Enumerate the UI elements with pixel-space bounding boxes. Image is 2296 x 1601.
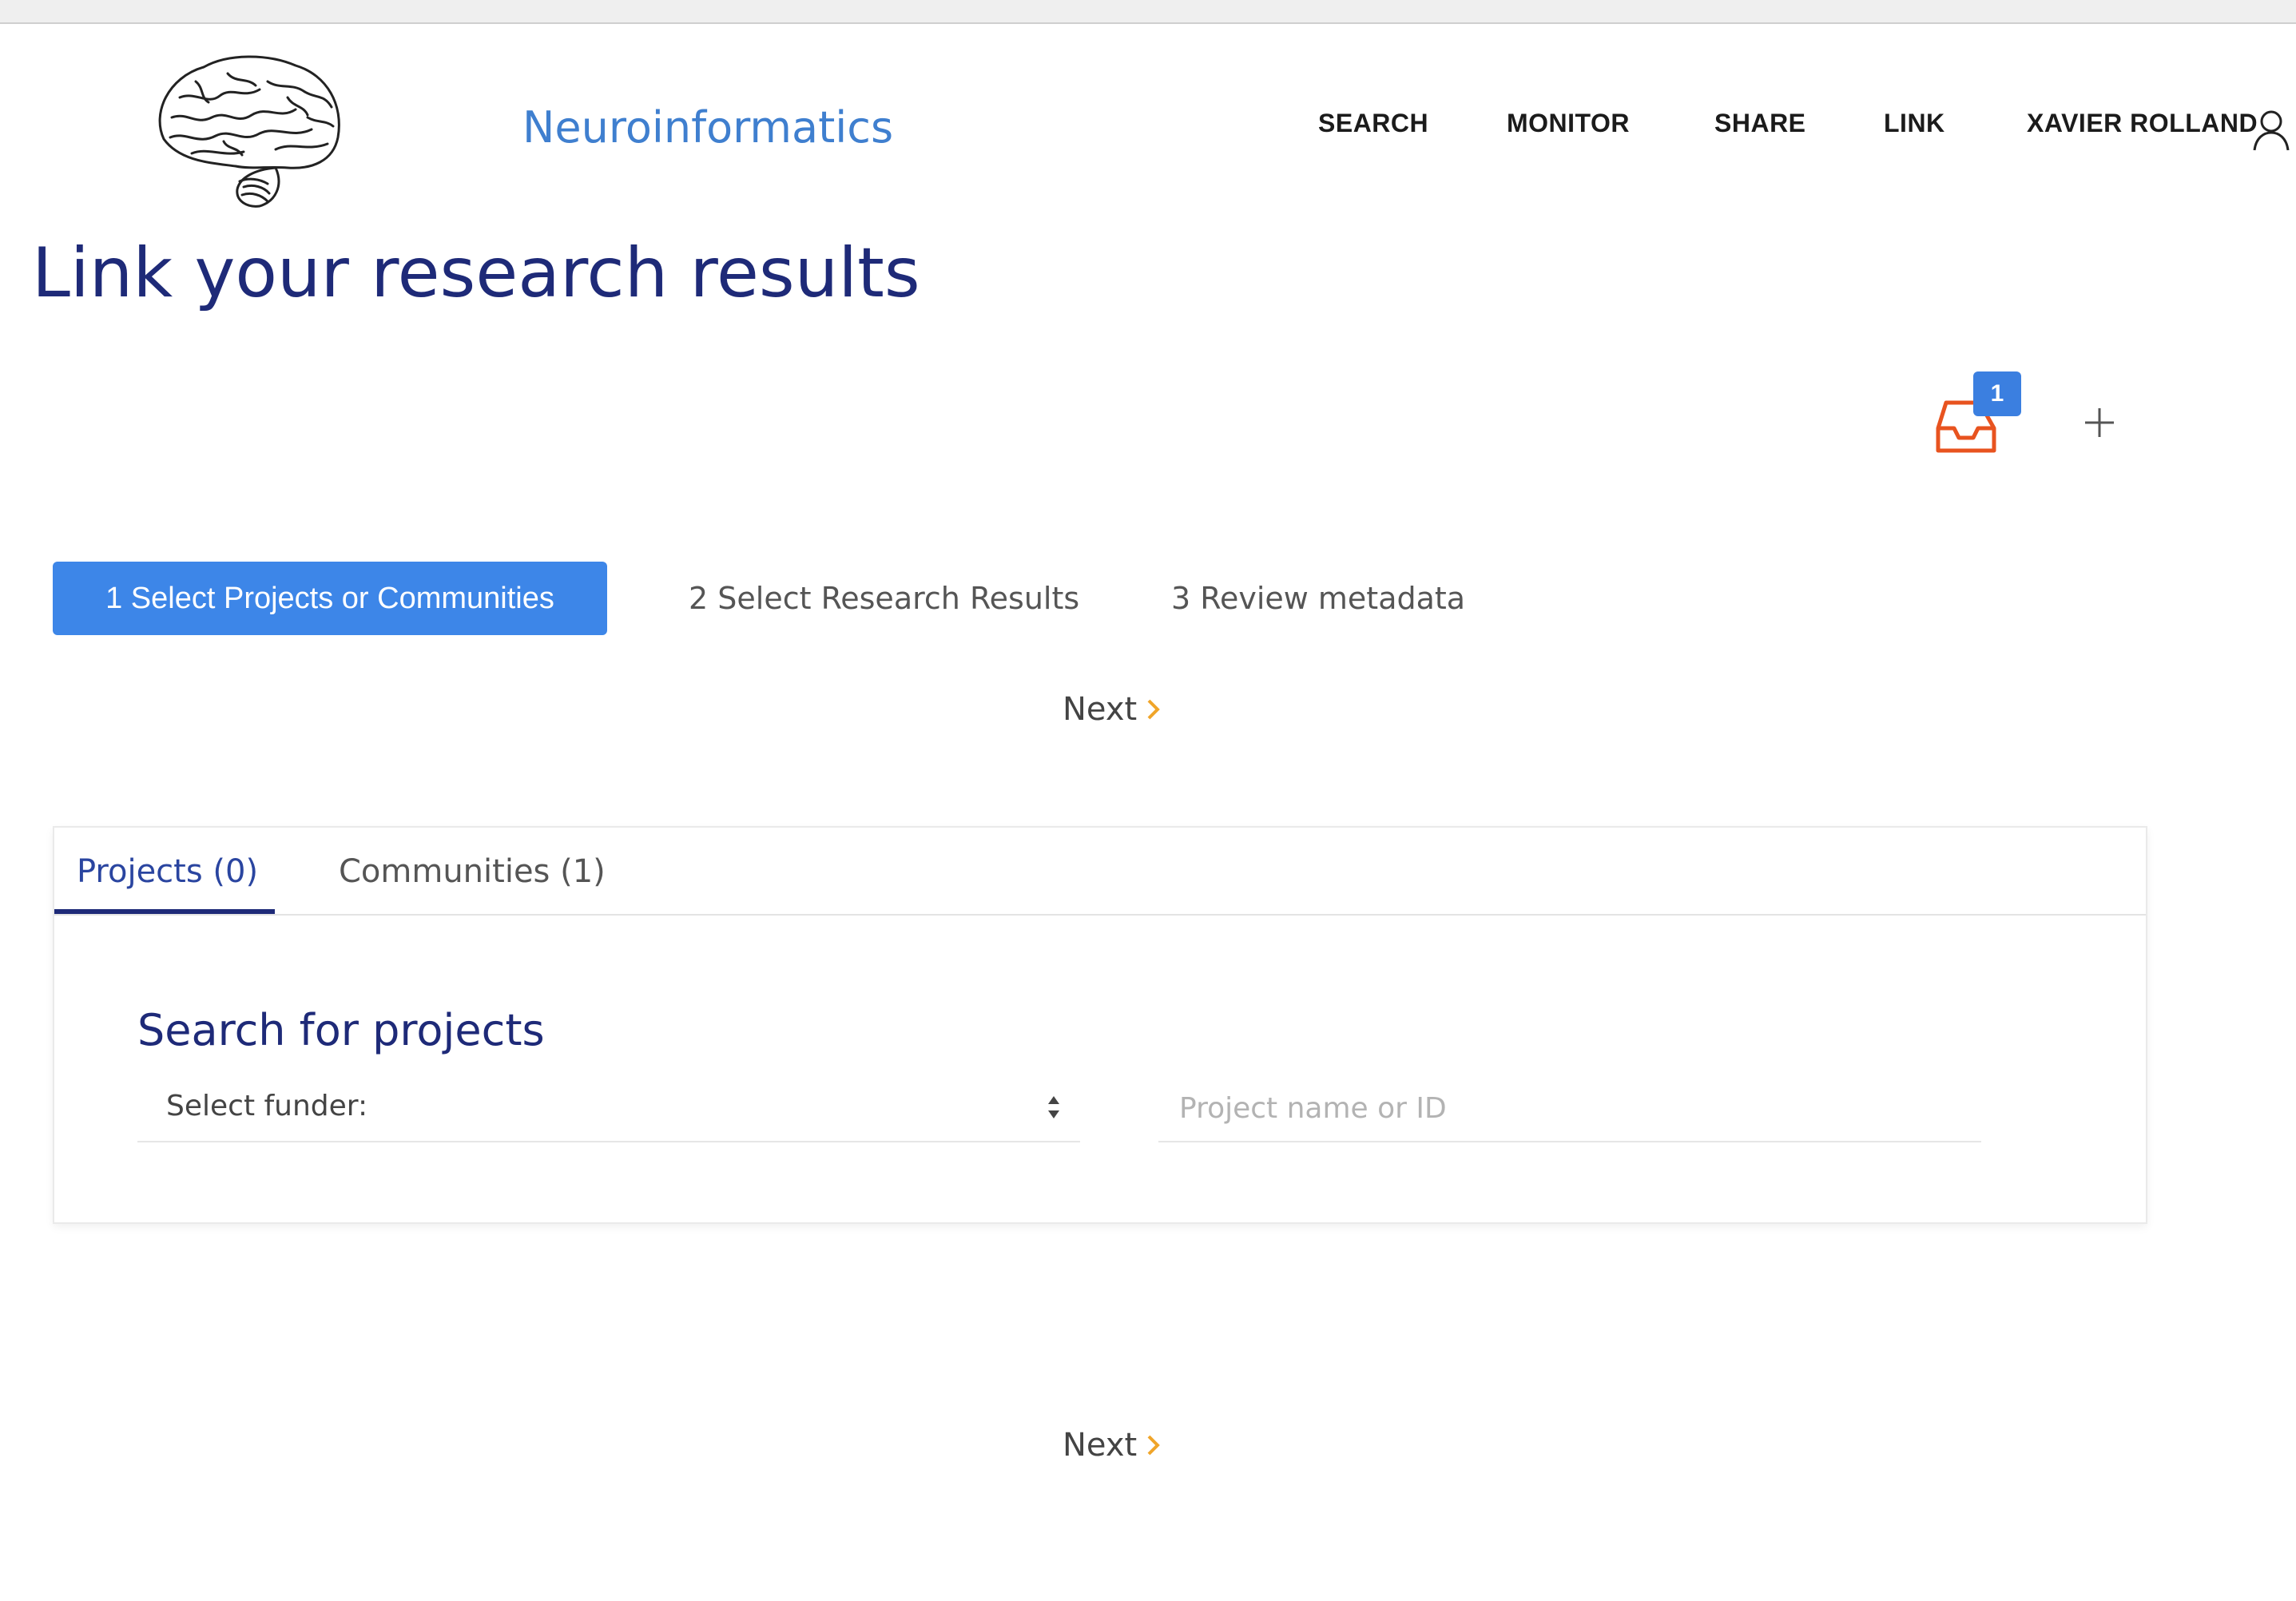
nav-user[interactable]: XAVIER ROLLAND	[2027, 109, 2258, 138]
chevron-right-icon	[1147, 1435, 1161, 1456]
tab-communities[interactable]: Communities (1)	[339, 828, 606, 916]
search-title: Search for projects	[137, 1005, 545, 1055]
brand-name[interactable]: Neuroinformatics	[522, 102, 893, 153]
nav-link[interactable]: LINK	[1884, 109, 1945, 138]
next-label: Next	[1063, 691, 1138, 728]
next-button-bottom[interactable]: Next	[1063, 1421, 1162, 1469]
step-select-research-results[interactable]: 2 Select Research Results	[689, 562, 1079, 635]
step-review-metadata[interactable]: 3 Review metadata	[1171, 562, 1465, 635]
add-plus-icon[interactable]	[2080, 403, 2119, 442]
search-card: Projects (0) Communities (1) Search for …	[53, 826, 2147, 1224]
tab-projects[interactable]: Projects (0)	[77, 828, 258, 916]
funder-select-value: Select funder:	[166, 1090, 368, 1122]
brain-logo-icon[interactable]	[148, 50, 352, 213]
page-title: Link your research results	[32, 233, 920, 313]
active-tab-underline	[54, 909, 275, 914]
step-select-projects[interactable]: 1 Select Projects or Communities	[53, 562, 607, 635]
nav-search[interactable]: SEARCH	[1318, 109, 1428, 138]
nav-share[interactable]: SHARE	[1714, 109, 1806, 138]
next-button-top[interactable]: Next	[1063, 685, 1162, 733]
user-icon[interactable]	[2251, 109, 2291, 152]
nav-monitor[interactable]: MONITOR	[1507, 109, 1630, 138]
tab-bar: Projects (0) Communities (1)	[54, 828, 2146, 916]
browser-top-strip	[0, 0, 2296, 24]
select-arrows-icon	[1048, 1096, 1059, 1118]
basket-count-badge: 1	[1973, 371, 2021, 416]
next-label: Next	[1063, 1427, 1138, 1464]
chevron-right-icon	[1147, 699, 1161, 720]
funder-select[interactable]: Select funder:	[137, 1075, 1080, 1142]
project-search-input[interactable]	[1158, 1075, 1981, 1142]
